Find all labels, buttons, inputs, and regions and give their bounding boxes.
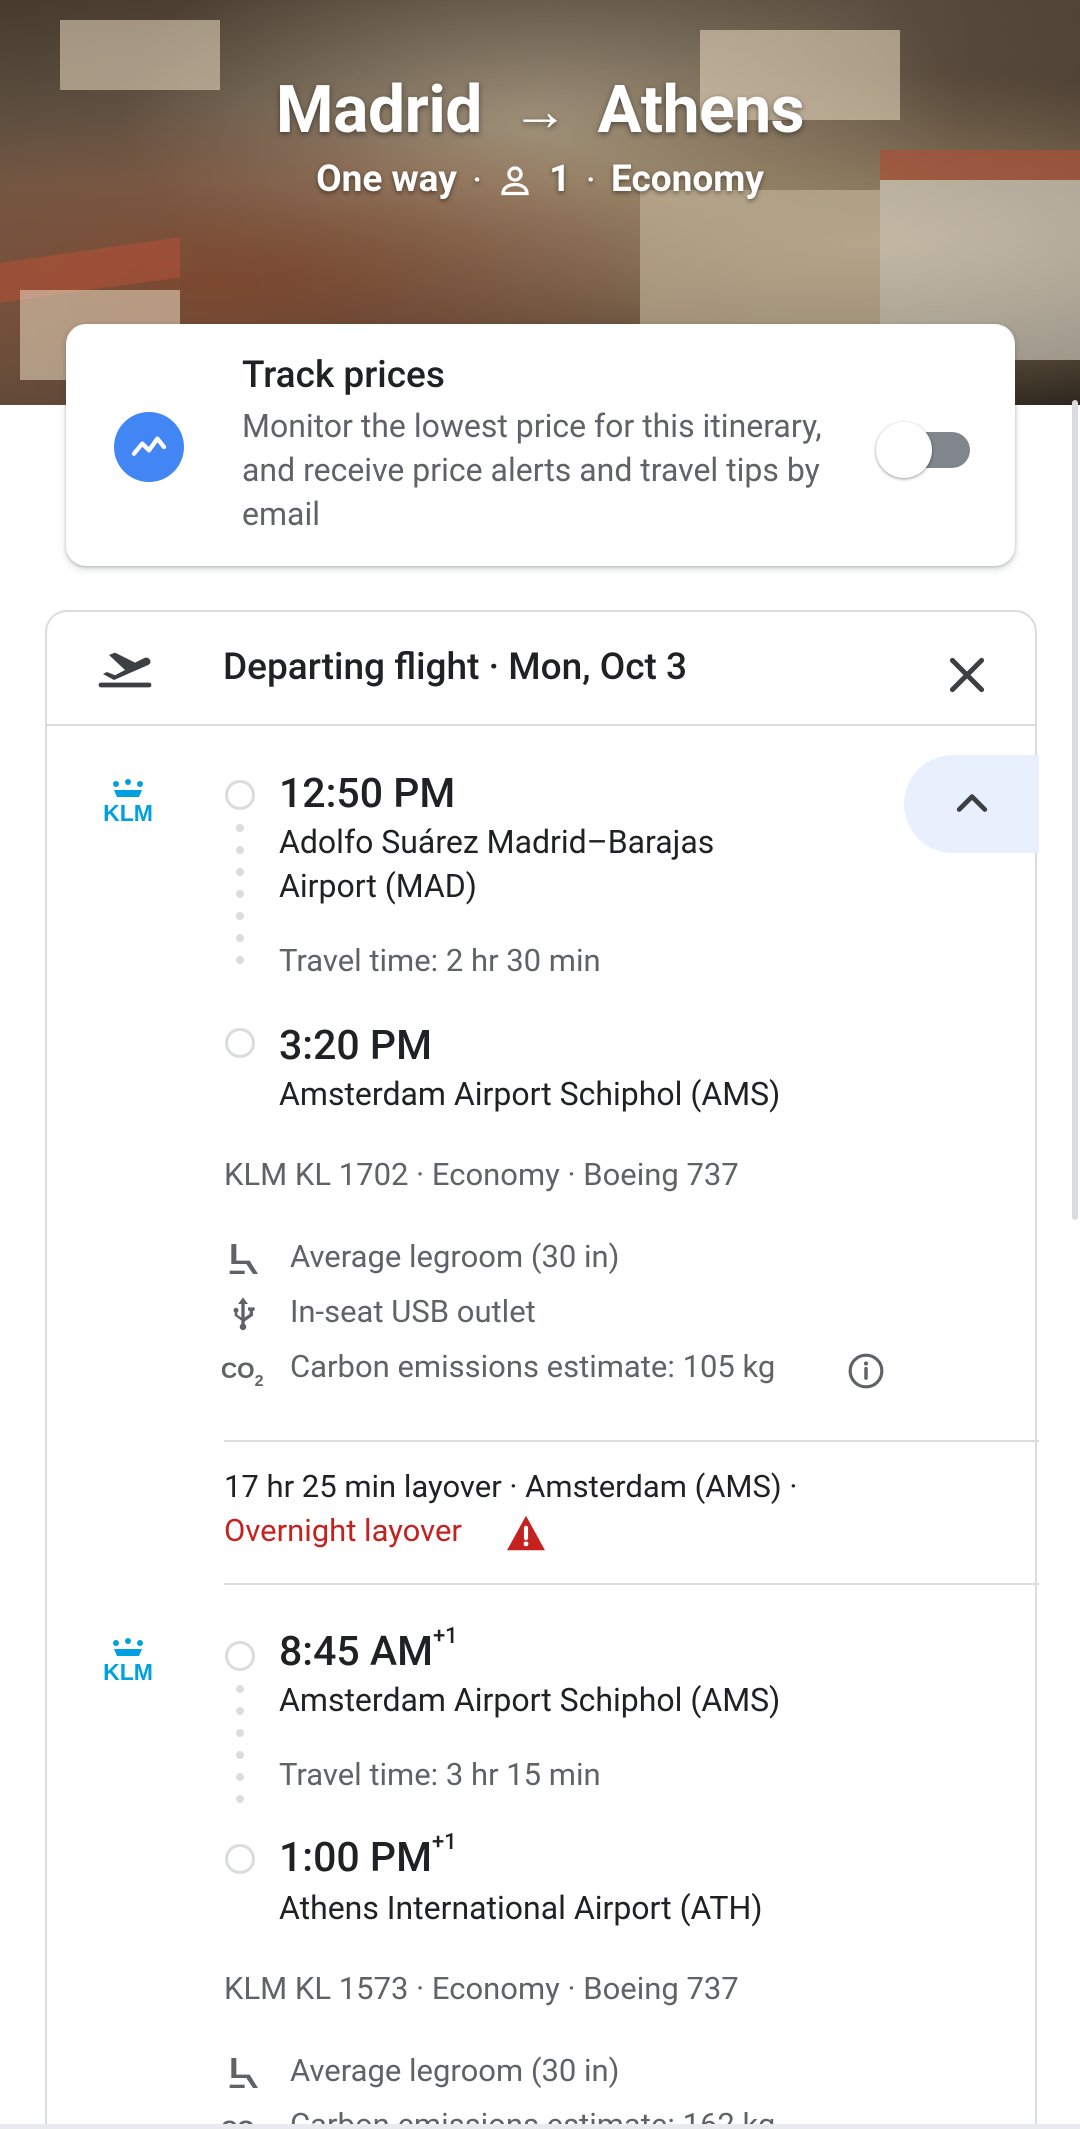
co2-icon: CO 2 — [221, 1358, 264, 1390]
departing-flight-title: Departing flight · Mon, Oct 3 — [223, 646, 688, 689]
travel-time: Travel time: 3 hr 15 min — [279, 1756, 601, 1793]
passenger-count: 1 — [549, 158, 571, 201]
klm-logo-icon: KLM — [103, 1638, 153, 1683]
trip-summary: One way · 1 · Economy — [0, 158, 1080, 201]
separator: · — [472, 163, 482, 196]
overnight-layover-warning: Overnight layover — [224, 1512, 462, 1549]
day-offset: +1 — [432, 1624, 458, 1649]
chevron-up-icon — [956, 794, 987, 812]
info-icon[interactable] — [847, 1352, 885, 1390]
track-prices-card: Track prices Monitor the lowest price fo… — [66, 324, 1015, 566]
track-prices-description: Monitor the lowest price for this itiner… — [242, 407, 822, 533]
usb-outlet-text: In-seat USB outlet — [290, 1293, 536, 1330]
origin-city: Madrid — [275, 72, 483, 149]
klm-logo-icon: KLM — [103, 779, 153, 824]
bottom-edge — [0, 2124, 1080, 2129]
legroom-text: Average legroom (30 in) — [290, 2052, 620, 2089]
day-offset: +1 — [431, 1830, 457, 1855]
departure-airport: Adolfo Suárez Madrid–Barajas Airport (MA… — [279, 823, 715, 905]
divider — [224, 1440, 1039, 1442]
emissions-text: Carbon emissions estimate: 105 kg — [290, 1348, 776, 1385]
usb-icon — [233, 1297, 255, 1331]
flight-card-header: Departing flight · Mon, Oct 3 — [47, 612, 1035, 726]
arrival-time: 3:20 PM — [279, 1022, 432, 1070]
track-prices-toggle[interactable] — [876, 418, 976, 478]
arrow-right-icon: → — [511, 77, 568, 144]
departure-stop-marker — [225, 1641, 255, 1671]
svg-text:KLM: KLM — [103, 1659, 153, 1683]
svg-text:KLM: KLM — [103, 800, 153, 824]
flight-details: KLM KL 1702 · Economy · Boeing 737 — [224, 1156, 739, 1193]
departure-airport: Amsterdam Airport Schiphol (AMS) — [279, 1681, 781, 1719]
departure-time: 12:50 PM — [279, 770, 456, 818]
route-title: Madrid → Athens — [0, 72, 1080, 149]
collapse-button[interactable] — [904, 755, 1039, 853]
route-dotted-line — [236, 1685, 244, 1817]
flight-details-card: Departing flight · Mon, Oct 3 KLM 12:50 … — [45, 610, 1039, 2129]
trip-type: One way — [316, 158, 457, 201]
destination-city: Athens — [597, 72, 805, 149]
arrival-airport: Amsterdam Airport Schiphol (AMS) — [279, 1075, 781, 1113]
arrival-airport: Athens International Airport (ATH) — [279, 1889, 763, 1927]
svg-text:2: 2 — [255, 1373, 264, 1390]
arrival-time: 1:00 PM+1 — [279, 1830, 457, 1882]
flight-takeoff-icon — [98, 652, 152, 688]
person-icon — [501, 165, 529, 195]
seat-legroom-icon — [229, 2058, 258, 2088]
track-prices-title: Track prices — [242, 354, 445, 397]
route-dotted-line — [236, 824, 244, 978]
scrollbar[interactable] — [1072, 400, 1078, 1220]
close-icon[interactable] — [942, 650, 992, 700]
divider — [224, 1583, 1039, 1585]
flight-details: KLM KL 1573 · Economy · Boeing 737 — [224, 1970, 739, 2007]
travel-time: Travel time: 2 hr 30 min — [279, 942, 601, 979]
svg-text:CO: CO — [221, 1358, 255, 1383]
legroom-text: Average legroom (30 in) — [290, 1238, 620, 1275]
price-trend-icon — [114, 412, 184, 482]
departure-stop-marker — [225, 780, 255, 810]
warning-icon — [507, 1515, 545, 1551]
seat-legroom-icon — [229, 1244, 258, 1274]
cabin-class: Economy — [610, 158, 764, 201]
arrival-stop-marker — [225, 1028, 255, 1058]
arrival-stop-marker — [225, 1844, 255, 1874]
departure-time: 8:45 AM+1 — [279, 1624, 458, 1676]
separator: · — [586, 163, 595, 196]
layover-info: 17 hr 25 min layover · Amsterdam (AMS) · — [224, 1468, 798, 1505]
toggle-thumb — [876, 422, 932, 478]
